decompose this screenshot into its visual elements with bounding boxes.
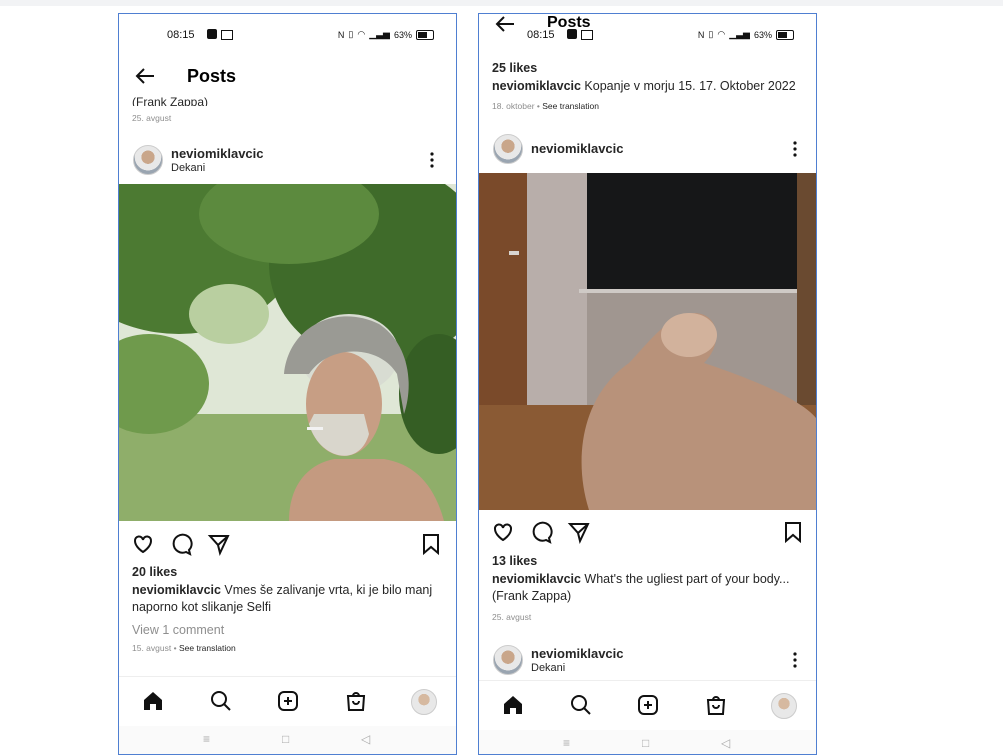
post-date-text: 15. avgust <box>132 643 172 653</box>
home-icon[interactable] <box>141 689 165 713</box>
post-photo[interactable] <box>119 184 456 521</box>
status-time: 08:15 <box>167 29 195 41</box>
battery-icon <box>416 29 434 40</box>
post-username[interactable]: neviomiklavcic <box>171 146 264 161</box>
next-post-location[interactable]: Dekani <box>531 662 565 674</box>
post-location[interactable]: Dekani <box>171 162 205 174</box>
caption-username[interactable]: neviomiklavcic <box>492 572 581 586</box>
post-date: 15. avgust • See translation <box>132 643 236 653</box>
bookmark-icon[interactable] <box>419 532 443 556</box>
search-icon[interactable] <box>209 689 233 713</box>
status-bar: 08:15 N ▯ ◠ ▁▃▅ 63% <box>119 28 456 46</box>
mail-notification-icon <box>221 30 233 40</box>
next-post-username[interactable]: neviomiklavcic <box>531 646 624 661</box>
post-caption: neviomiklavcic What's the ugliest part o… <box>492 571 804 605</box>
battery-percent: 63% <box>393 29 412 40</box>
top-strip <box>0 0 1003 6</box>
heart-icon[interactable] <box>131 532 155 556</box>
avatar[interactable] <box>133 145 163 175</box>
date-separator: • <box>536 101 540 111</box>
signal-icon: ▁▃▅ <box>729 29 750 39</box>
post-date: 25. avgust <box>492 612 532 622</box>
app-notification-icon <box>207 29 217 39</box>
previous-likes-count[interactable]: 25 likes <box>492 61 537 75</box>
avatar[interactable] <box>493 134 523 164</box>
battery-icon <box>776 29 794 40</box>
system-navigation-bar: ≡ □ ◁ <box>479 730 816 754</box>
battery-percent: 63% <box>753 29 772 40</box>
see-translation-link[interactable]: See translation <box>542 101 599 111</box>
date-separator: • <box>173 643 177 653</box>
post-photo[interactable] <box>479 173 816 510</box>
view-comments-link[interactable]: View 1 comment <box>132 623 224 637</box>
avatar[interactable] <box>493 645 523 675</box>
bottom-navigation <box>119 676 456 725</box>
back-button-icon[interactable]: ◁ <box>721 736 730 750</box>
heart-icon[interactable] <box>491 520 515 544</box>
previous-post-date: 18. oktober • See translation <box>492 101 599 111</box>
search-icon[interactable] <box>569 693 593 717</box>
caption-username[interactable]: neviomiklavcic <box>132 583 221 597</box>
add-icon[interactable] <box>276 689 300 713</box>
more-icon[interactable] <box>429 151 435 172</box>
page-title: Posts <box>187 66 237 86</box>
caption-text: Kopanje v morju 15. 17. Oktober 2022 <box>580 79 796 93</box>
comment-icon[interactable] <box>169 532 193 556</box>
caption-username[interactable]: neviomiklavcic <box>492 79 581 93</box>
post-username[interactable]: neviomiklavcic <box>531 141 624 156</box>
post-caption: neviomiklavcic Vmes še zalivanje vrta, k… <box>132 582 444 616</box>
profile-avatar-icon[interactable] <box>411 689 437 715</box>
nfc-icon: N <box>337 29 345 40</box>
shop-icon[interactable] <box>704 693 728 717</box>
bookmark-icon[interactable] <box>781 520 805 544</box>
wifi-icon: ◠ <box>357 29 366 39</box>
home-button-icon[interactable]: □ <box>642 736 649 750</box>
likes-count[interactable]: 20 likes <box>132 565 177 579</box>
previous-caption-tail: (Frank Zappa) <box>132 95 209 106</box>
app-notification-icon <box>567 29 577 39</box>
post-actions <box>131 532 443 558</box>
share-icon[interactable] <box>207 532 231 556</box>
share-icon[interactable] <box>567 520 591 544</box>
status-time: 08:15 <box>527 29 555 41</box>
recent-apps-icon[interactable]: ≡ <box>563 736 570 750</box>
wifi-icon: ◠ <box>717 29 726 39</box>
mail-notification-icon <box>581 30 593 40</box>
phone-screenshot-right: Posts 08:15 N ▯ ◠ ▁▃▅ 63% 25 likes neviomikl… <box>478 13 817 755</box>
system-navigation-bar: ≡ □ ◁ <box>119 726 456 754</box>
previous-post-date: 25. avgust <box>132 113 172 123</box>
comment-icon[interactable] <box>529 520 553 544</box>
see-translation-link[interactable]: See translation <box>179 643 236 653</box>
phone-screenshot-left: 08:15 N ▯ ◠ ▁▃▅ 63% Posts (Frank Zappa) 25. … <box>118 13 457 755</box>
status-bar: 08:15 N ▯ ◠ ▁▃▅ 63% <box>479 28 816 46</box>
nfc-icon: N <box>697 29 705 40</box>
shop-icon[interactable] <box>344 689 368 713</box>
likes-count[interactable]: 13 likes <box>492 554 537 568</box>
post-date-text: 18. oktober <box>492 101 535 111</box>
previous-caption: neviomiklavcic Kopanje v morju 15. 17. O… <box>492 78 804 95</box>
signal-icon: ▁▃▅ <box>369 29 390 39</box>
profile-avatar-icon[interactable] <box>771 693 797 719</box>
vibrate-icon: ▯ <box>348 29 354 39</box>
add-icon[interactable] <box>636 693 660 717</box>
page-header: Posts <box>119 64 456 94</box>
more-icon[interactable] <box>792 651 798 672</box>
back-arrow-icon[interactable] <box>133 64 157 93</box>
vibrate-icon: ▯ <box>708 29 714 39</box>
post-actions <box>491 520 803 546</box>
more-icon[interactable] <box>792 140 798 161</box>
home-icon[interactable] <box>501 693 525 717</box>
bottom-navigation <box>479 680 816 729</box>
